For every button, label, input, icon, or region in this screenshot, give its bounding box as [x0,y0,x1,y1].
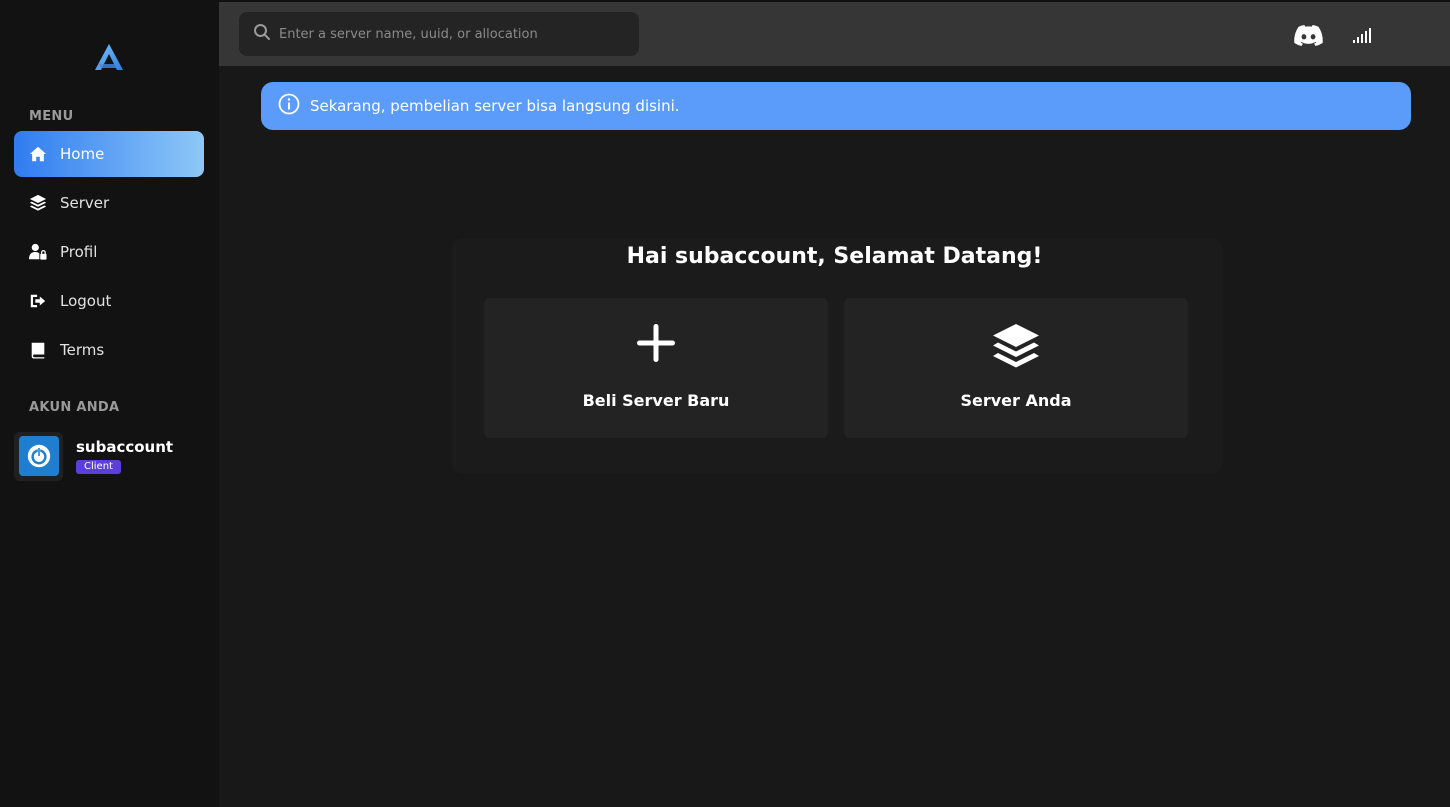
triangle-logo-icon[interactable] [93,42,125,72]
sidebar-item-label: Home [60,145,105,163]
avatar[interactable] [14,431,63,481]
info-icon [278,93,300,119]
layers-icon [28,193,48,213]
account-section-label: AKUN ANDA [29,400,120,415]
search-box[interactable] [239,12,639,56]
home-icon [28,144,48,164]
plus-icon [484,322,828,372]
tile-label: Server Anda [960,391,1072,410]
account-name: subaccount [76,438,174,456]
sidebar-item-label: Logout [60,292,112,310]
book-icon [28,340,48,360]
info-alert: Sekarang, pembelian server bisa langsung… [261,82,1411,130]
search-icon [253,23,271,45]
buy-server-tile[interactable]: Beli Server Baru [484,298,828,438]
account-info: subaccount Client [76,438,173,474]
tile-label: Beli Server Baru [582,391,730,410]
user-lock-icon [28,242,48,262]
your-servers-tile[interactable]: Server Anda [844,298,1188,438]
main-content: Sekarang, pembelian server bisa langsung… [219,66,1450,807]
sidebar-item-label: Terms [60,341,105,359]
sidebar-item-logout[interactable]: Logout [14,278,204,324]
sidebar-item-home[interactable]: Home [14,131,204,177]
sidebar-item-terms[interactable]: Terms [14,327,204,373]
sidebar-item-label: Server [60,194,110,212]
discord-icon[interactable] [1293,22,1323,48]
role-badge: Client [76,460,121,474]
sidebar-item-server[interactable]: Server [14,180,204,226]
signal-icon[interactable] [1352,22,1374,48]
welcome-title: Hai subaccount, Selamat Datang! [626,244,1043,269]
search-input[interactable] [279,19,619,49]
menu-section-label: MENU [29,109,74,124]
sidebar-item-label: Profil [60,243,98,261]
alert-text: Sekarang, pembelian server bisa langsung… [310,97,680,115]
topbar [219,0,1450,66]
app: MENU Home Server Profil Logout Terms AKU… [0,0,1450,807]
sidebar-item-profil[interactable]: Profil [14,229,204,275]
sidebar: MENU Home Server Profil Logout Terms AKU… [0,0,219,807]
logout-icon [28,291,48,311]
layers-icon [844,322,1188,372]
power-icon [18,436,59,476]
account-card[interactable]: subaccount Client [14,431,204,481]
